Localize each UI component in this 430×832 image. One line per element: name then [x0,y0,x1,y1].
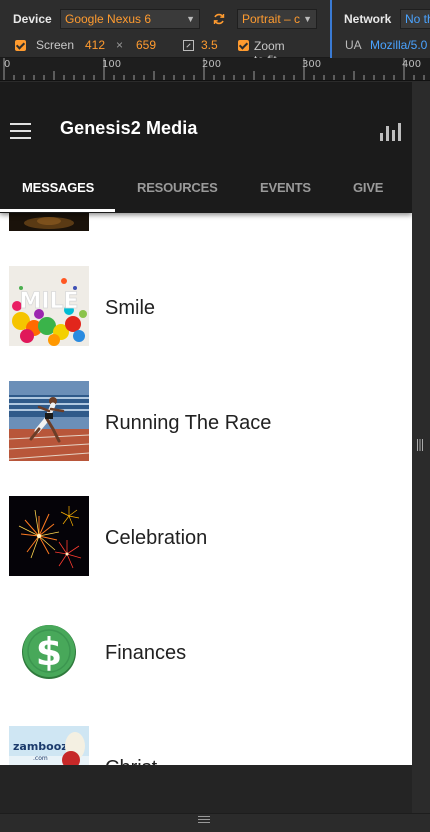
device-label: Device [13,12,52,26]
tab-events[interactable]: EVENTS [260,180,311,195]
message-thumbnail [9,381,89,461]
message-title: Christ... [105,757,174,765]
chevron-down-icon: ▼ [303,14,312,24]
list-item[interactable]: Running The Race [0,381,412,461]
tab-bar: MESSAGES RESOURCES EVENTS GIVE [0,166,412,213]
message-thumbnail [9,496,89,576]
svg-text:.com: .com [33,755,48,762]
ruler-label-400: 400 [402,59,422,70]
bar-chart-icon[interactable] [378,120,404,142]
message-title: Smile [105,297,156,319]
app-title: Genesis2 Media [60,118,198,138]
device-select-value: Google Nexus 6 [65,12,152,26]
tab-give[interactable]: GIVE [353,180,383,195]
tab-messages[interactable]: MESSAGES [22,180,94,195]
rotate-icon[interactable] [212,12,226,26]
message-thumbnail: $ [9,611,89,691]
device-pixel-ratio-input[interactable]: 3.5 [201,38,218,52]
svg-text:MILE: MILE [19,289,78,314]
dollar-icon: $ [9,611,89,691]
ruler-label-0: 0 [4,59,11,70]
list-item[interactable]: Celebration [0,496,412,576]
ruler-label-200: 200 [202,59,222,70]
message-title: Celebration [105,527,208,549]
orientation-select-value: Portrait – c [242,12,301,26]
tab-resources[interactable]: RESOURCES [137,180,218,195]
message-title: Finances [105,642,187,664]
ua-label: UA [345,38,362,52]
ua-input[interactable]: Mozilla/5.0 [370,38,427,52]
zoom-to-fit-checkbox[interactable] [238,40,249,51]
screen-label: Screen [36,38,75,52]
ruler-label-300: 300 [302,59,322,70]
svg-text:$: $ [36,630,62,674]
network-label: Network [344,12,392,26]
network-select-value: No th [405,12,430,26]
horizontal-resize-handle-icon[interactable] [198,816,210,825]
device-pixel-ratio-icon [183,40,194,51]
horizontal-ruler: 0 100 200 300 400 [0,58,430,81]
list-item[interactable]: $ Finances [0,611,412,691]
network-select[interactable]: No th [400,9,430,29]
screen-height-input[interactable]: 659 [136,38,156,52]
active-tab-indicator [0,209,115,212]
viewport-resize-gutter [412,82,430,813]
message-title: Running The Race [105,412,272,434]
device-select[interactable]: Google Nexus 6 ▼ [60,9,200,29]
times-sign: × [116,38,124,52]
app-bar: Genesis2 Media MESSAGES RESOURCES EVENTS… [0,82,412,213]
hamburger-menu-icon[interactable] [10,123,31,139]
chevron-down-icon: ▼ [186,14,195,24]
bottom-resize-strip [0,813,430,832]
message-thumbnail: MILE [9,266,89,346]
message-thumbnail: zamboozle .com [9,726,89,765]
list-item[interactable]: MILE Smile [0,266,412,346]
network-panel: Network No th UA Mozilla/5.0 [330,0,430,58]
device-emulation-toolbar: Device Google Nexus 6 ▼ Portrait – c ▼ S… [0,0,430,67]
ruler-label-100: 100 [102,59,122,70]
screen-width-input[interactable]: 412 [85,38,105,52]
viewport-footer-area [0,765,412,813]
screen-checkbox[interactable] [15,40,26,51]
list-item[interactable]: zamboozle .com Christ... [0,726,412,765]
orientation-select[interactable]: Portrait – c ▼ [237,9,317,29]
device-viewport: MILE Smile Running The Race Celebration … [0,82,412,765]
vertical-resize-handle-icon[interactable] [417,439,423,454]
device-settings-panel: Device Google Nexus 6 ▼ Portrait – c ▼ S… [0,0,328,67]
